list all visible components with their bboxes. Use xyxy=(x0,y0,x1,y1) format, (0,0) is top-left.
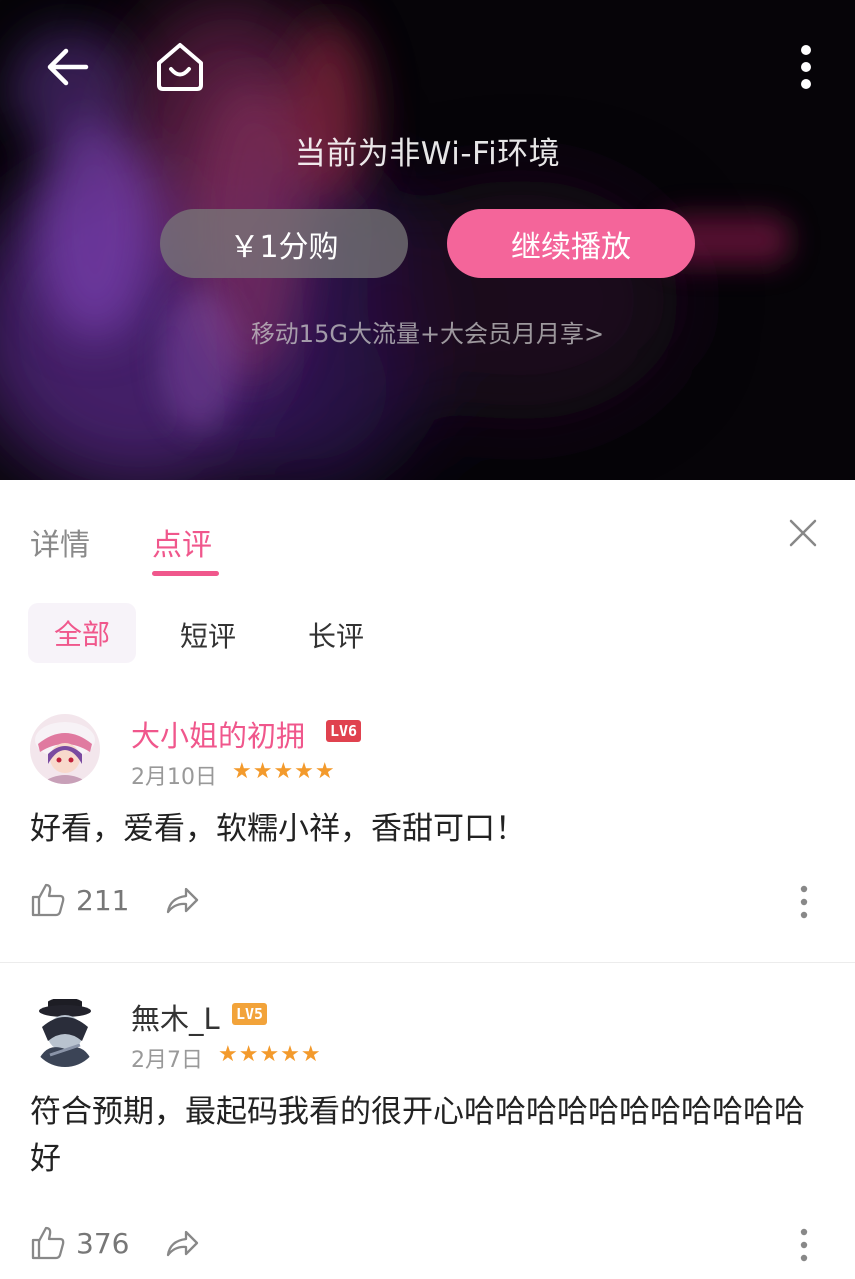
like-count: 376 xyxy=(76,1227,130,1260)
back-button[interactable] xyxy=(42,42,92,92)
close-button[interactable] xyxy=(786,516,820,550)
comment-date: 2月10日 xyxy=(131,765,217,790)
user-level-badge: LV5 xyxy=(232,1003,268,1025)
more-vertical-icon xyxy=(801,45,811,89)
comment-date: 2月7日 xyxy=(131,1048,203,1073)
star-rating: ★★★★★ xyxy=(232,759,336,784)
review-panel: 详情 点评 全部 短评 长评 大小姐的初拥 LV6 2月10日 ★★★★★ 好看… xyxy=(0,480,855,1279)
filter-short-reviews[interactable]: 短评 xyxy=(180,615,236,655)
one-cent-purchase-button[interactable]: ￥1分购 xyxy=(160,209,408,278)
active-tab-indicator xyxy=(152,571,219,576)
comment-divider xyxy=(0,962,855,963)
data-plan-promo-link[interactable]: 移动15G大流量+大会员月月享> xyxy=(0,314,855,349)
more-vertical-icon[interactable] xyxy=(790,884,818,920)
back-arrow-icon xyxy=(47,48,89,86)
username[interactable]: 無木_L xyxy=(131,996,220,1038)
network-notice: 当前为非Wi-Fi环境 xyxy=(294,136,561,172)
avatar[interactable] xyxy=(30,997,100,1067)
home-icon xyxy=(157,43,203,91)
comment-text: 符合预期，最起码我看的很开心哈哈哈哈哈哈哈哈哈哈哈好 xyxy=(30,1094,805,1177)
more-options-button[interactable] xyxy=(786,40,826,96)
comment-text: 好看，爱看，软糯小祥，香甜可口！ xyxy=(30,811,526,847)
star-rating: ★★★★★ xyxy=(218,1042,322,1067)
username[interactable]: 大小姐的初拥 xyxy=(131,713,305,755)
player-topbar xyxy=(0,0,855,130)
home-button[interactable] xyxy=(152,38,208,94)
thumbs-up-icon[interactable] xyxy=(30,1225,66,1261)
filter-long-reviews[interactable]: 长评 xyxy=(308,615,364,655)
thumbs-up-icon[interactable] xyxy=(30,882,66,918)
share-icon[interactable] xyxy=(164,882,200,918)
avatar[interactable] xyxy=(30,714,100,784)
close-icon xyxy=(789,519,817,547)
tab-details[interactable]: 详情 xyxy=(30,520,90,564)
user-avatar-image xyxy=(30,714,100,784)
tab-reviews[interactable]: 点评 xyxy=(152,520,212,564)
share-icon[interactable] xyxy=(164,1225,200,1261)
video-player[interactable]: 当前为非Wi-Fi环境 ￥1分购 继续播放 移动15G大流量+大会员月月享> xyxy=(0,0,855,480)
like-count: 211 xyxy=(76,884,130,917)
user-level-badge: LV6 xyxy=(326,720,362,742)
more-vertical-icon[interactable] xyxy=(790,1227,818,1263)
continue-playing-button[interactable]: 继续播放 xyxy=(447,209,695,278)
user-avatar-image xyxy=(30,997,100,1067)
filter-all[interactable]: 全部 xyxy=(28,603,136,663)
